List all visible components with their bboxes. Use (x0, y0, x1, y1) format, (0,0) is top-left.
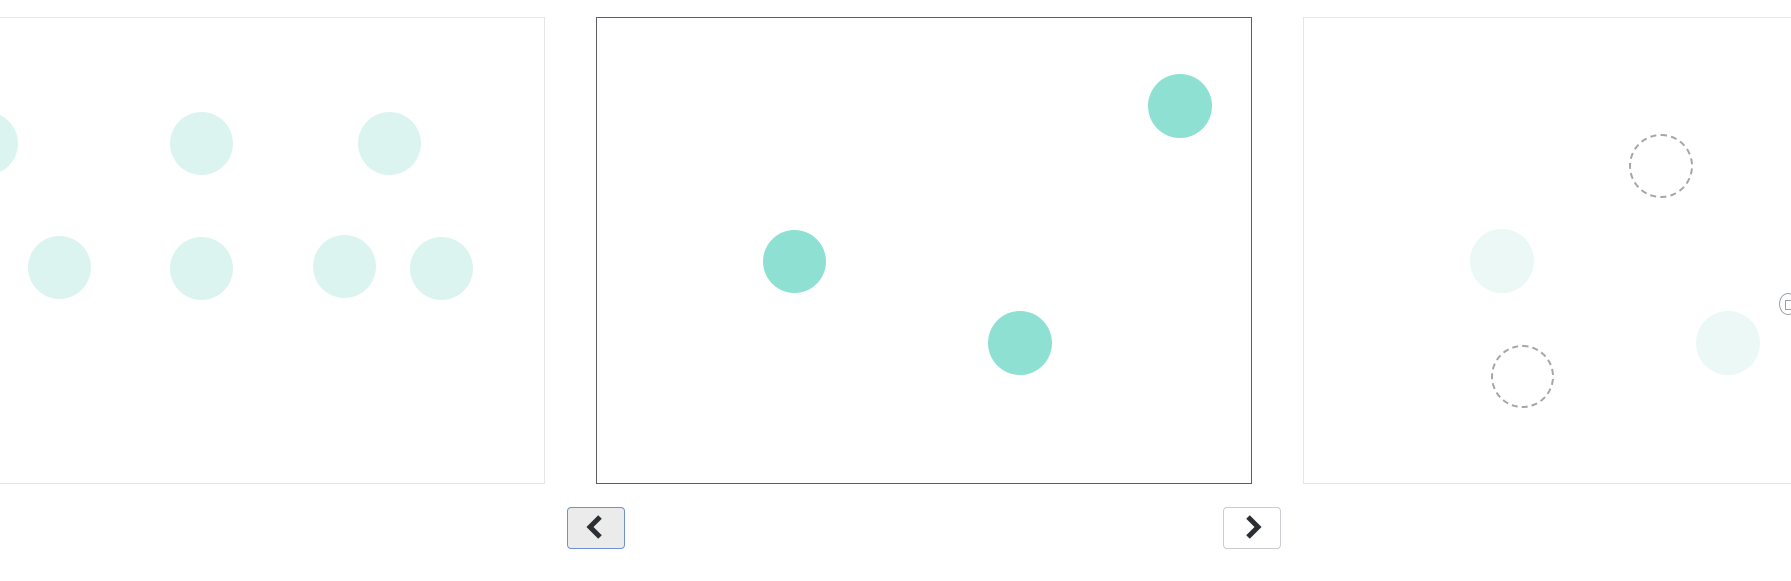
previous-slide-panel (0, 17, 545, 484)
dot (988, 311, 1052, 375)
dot (28, 236, 91, 299)
dot-placeholder (1629, 134, 1693, 198)
scroll-handle-icon[interactable] (1779, 293, 1791, 315)
dot (763, 230, 826, 293)
dot (1470, 229, 1534, 293)
dot-placeholder (1491, 345, 1554, 408)
dot (410, 237, 473, 300)
dot (170, 112, 233, 175)
dot (1696, 311, 1760, 375)
dot (313, 235, 376, 298)
current-slide-panel (596, 17, 1252, 484)
previous-slide-button[interactable] (567, 507, 625, 549)
chevron-right-icon (1241, 513, 1263, 544)
dot (358, 112, 421, 175)
dot (0, 112, 18, 175)
dot (1148, 74, 1212, 138)
chevron-left-icon (585, 513, 607, 544)
next-slide-panel (1303, 17, 1791, 484)
next-slide-button[interactable] (1223, 507, 1281, 549)
dot (170, 237, 233, 300)
